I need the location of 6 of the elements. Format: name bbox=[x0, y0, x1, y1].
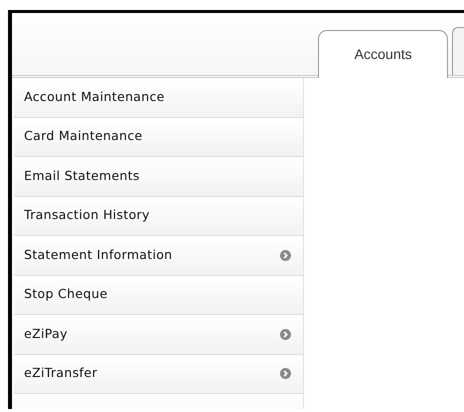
menu-item[interactable]: eZiTransfer bbox=[14, 354, 303, 394]
menu-item[interactable]: Stop Cheque bbox=[14, 276, 303, 315]
tab[interactable]: Accounts bbox=[318, 30, 448, 78]
menu-item[interactable]: Transaction History bbox=[14, 196, 303, 236]
menu-item[interactable]: Card Maintenance bbox=[14, 118, 303, 157]
tab-edge[interactable] bbox=[452, 27, 464, 75]
